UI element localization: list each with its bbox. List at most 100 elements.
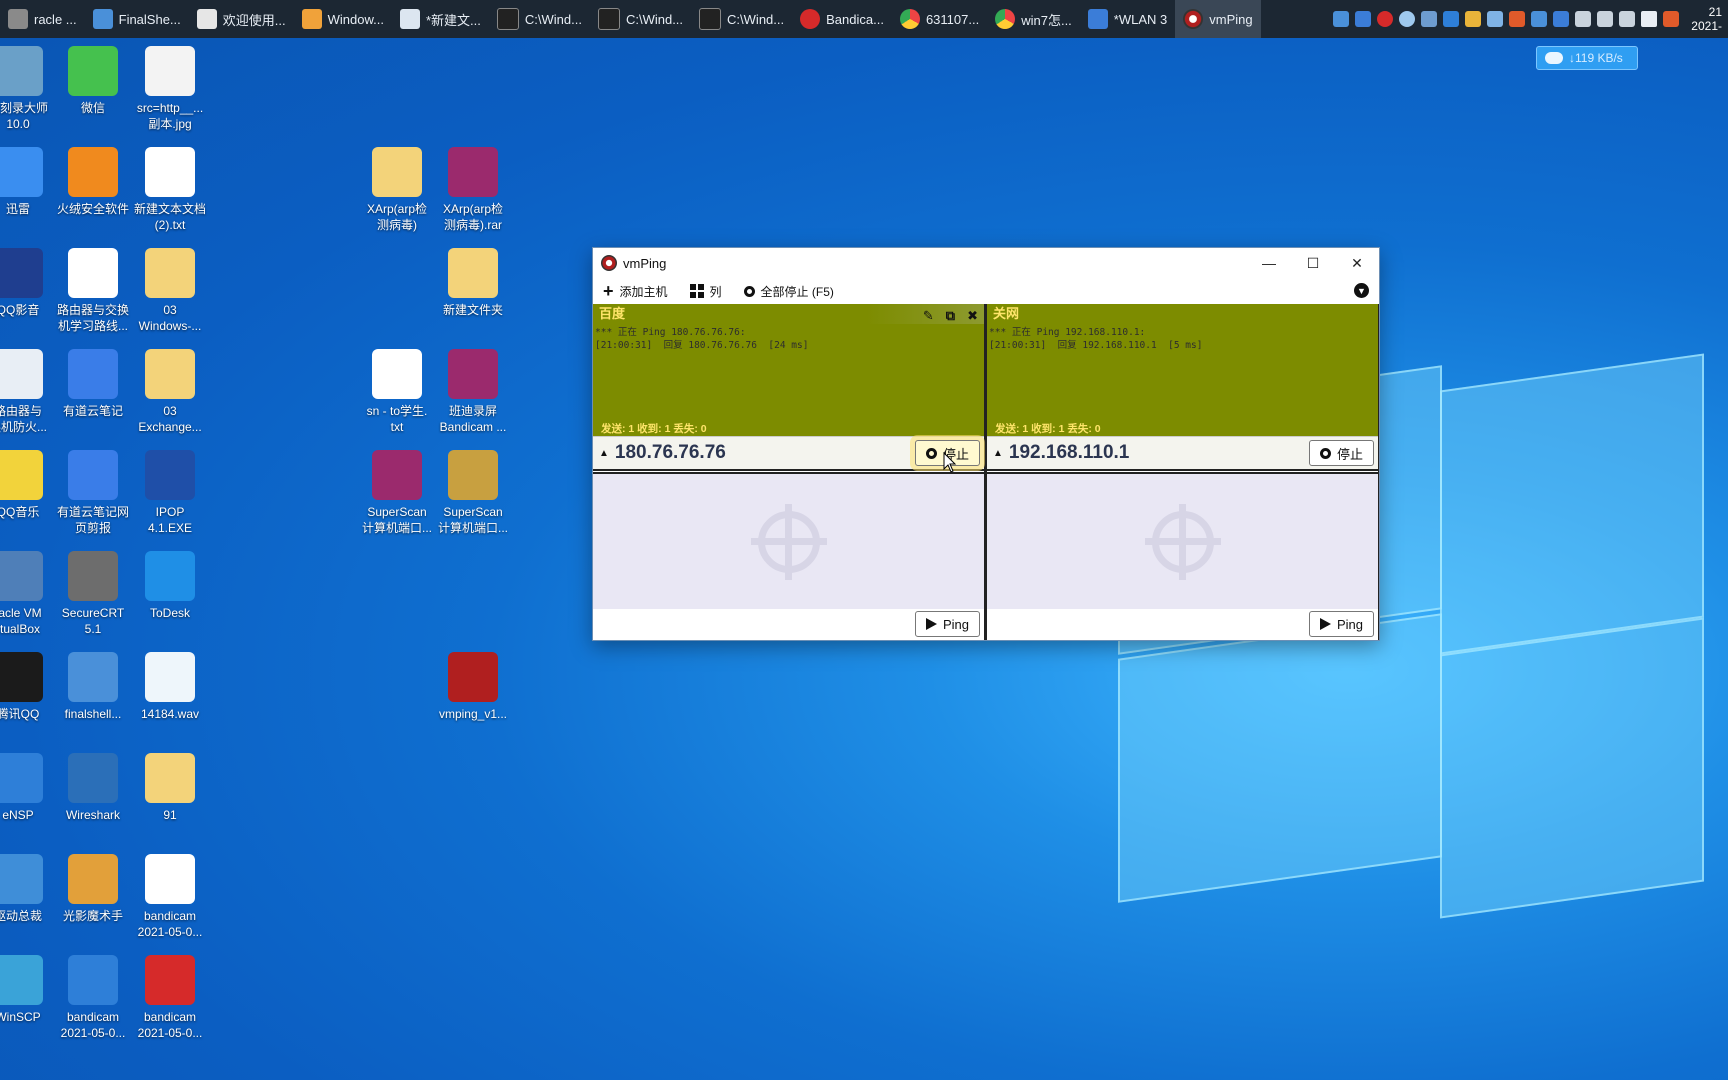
desktop-icon[interactable]: Wireshark bbox=[53, 753, 133, 823]
columns-button[interactable]: 列 bbox=[689, 283, 722, 300]
taskbar-app-finalshell[interactable]: FinalShe... bbox=[85, 0, 189, 38]
desktop-icon[interactable]: 03 Windows-... bbox=[130, 248, 210, 334]
tray-icon[interactable] bbox=[1509, 11, 1526, 27]
desktop-icon[interactable]: finalshell... bbox=[53, 652, 133, 722]
taskbar-app-vmping[interactable]: vmPing bbox=[1175, 0, 1261, 38]
stop-all-button[interactable]: 全部停止 (F5) bbox=[743, 283, 834, 300]
desktop-icon[interactable]: XArp(arp检 测病毒) bbox=[357, 147, 437, 233]
desktop-icon[interactable]: 新建文件夹 bbox=[433, 248, 513, 318]
window-title: vmPing bbox=[623, 255, 667, 271]
desktop-icon[interactable]: 91 bbox=[130, 753, 210, 823]
app-icon bbox=[448, 652, 498, 702]
vmping-icon bbox=[1183, 9, 1204, 29]
desktop-icon[interactable]: SuperScan 计算机端口... bbox=[433, 450, 513, 536]
desktop-icon-label: 腾讯QQ bbox=[0, 707, 40, 721]
clock[interactable]: 21 2021- bbox=[1691, 5, 1722, 33]
tray-icon[interactable] bbox=[1377, 11, 1394, 27]
desktop-icon[interactable]: bandicam 2021-05-0... bbox=[53, 955, 133, 1041]
tray-icon[interactable] bbox=[1487, 11, 1504, 27]
desktop-icon-label: 91 bbox=[163, 808, 177, 822]
desktop-icon[interactable]: WinSCP bbox=[0, 955, 58, 1025]
tray-icon[interactable] bbox=[1531, 11, 1548, 27]
desktop-icon[interactable]: 火绒安全软件 bbox=[53, 147, 133, 217]
caret-up-icon[interactable]: ▲ bbox=[993, 448, 1003, 459]
desktop-icon[interactable]: bandicam 2021-05-0... bbox=[130, 854, 210, 940]
desktop-icon[interactable]: sn - to学生. txt bbox=[357, 349, 437, 435]
tray-icon[interactable] bbox=[1553, 11, 1570, 27]
desktop-icon[interactable]: SuperScan 计算机端口... bbox=[357, 450, 437, 536]
taskbar-app-windows[interactable]: Window... bbox=[294, 0, 392, 38]
close-icon[interactable]: ✖ bbox=[967, 306, 978, 326]
ping-button[interactable]: Ping bbox=[914, 611, 980, 637]
desktop-icon[interactable]: src=http__... 副本.jpg bbox=[130, 46, 210, 132]
chevron-down-icon[interactable]: ▼ bbox=[1354, 283, 1369, 298]
taskbar-app-notepad[interactable]: *新建文... bbox=[392, 0, 489, 38]
tray-icon[interactable] bbox=[1355, 11, 1372, 27]
stop-icon bbox=[1319, 447, 1331, 459]
desktop-icon-label: 14184.wav bbox=[140, 707, 200, 721]
sogou-icon[interactable] bbox=[1663, 11, 1680, 27]
desktop-icon[interactable]: 路由器与交换 机学习路线... bbox=[53, 248, 133, 334]
tray-icon[interactable] bbox=[1465, 11, 1482, 27]
mic-icon[interactable] bbox=[1619, 11, 1636, 27]
close-button[interactable]: ✕ bbox=[1335, 248, 1379, 278]
desktop-icon[interactable]: eNSP bbox=[0, 753, 58, 823]
desktop-icon[interactable]: 驱动总裁 bbox=[0, 854, 58, 924]
desktop-icon[interactable]: QQ音乐 bbox=[0, 450, 58, 520]
hostname-field[interactable]: 192.168.110.1 bbox=[1009, 442, 1129, 464]
taskbar-app-wireshark[interactable]: *WLAN 3 bbox=[1080, 0, 1175, 38]
hostname-field[interactable]: 180.76.76.76 bbox=[615, 442, 726, 464]
desktop-icon[interactable]: vmping_v1... bbox=[433, 652, 513, 722]
taskbar-app-cmd-1[interactable]: C:\Wind... bbox=[489, 0, 590, 38]
wifi-icon[interactable] bbox=[1575, 11, 1592, 27]
app-icon bbox=[145, 46, 195, 96]
desktop-icon[interactable]: 狸刻录大师 10.0 bbox=[0, 46, 58, 132]
taskbar-app-chrome-2[interactable]: win7怎... bbox=[987, 0, 1080, 38]
terminal-icon bbox=[597, 8, 620, 30]
edit-icon[interactable]: ✎ bbox=[923, 306, 934, 326]
desktop-icon[interactable]: SecureCRT 5.1 bbox=[53, 551, 133, 637]
desktop-icon[interactable]: 有道云笔记网 页剪报 bbox=[53, 450, 133, 536]
title-bar[interactable]: vmPing — ☐ ✕ bbox=[593, 248, 1379, 278]
minimize-button[interactable]: — bbox=[1247, 248, 1291, 278]
desktop-icon[interactable]: 班迪录屏 Bandicam ... bbox=[433, 349, 513, 435]
desktop-icon[interactable]: 光影魔术手 bbox=[53, 854, 133, 924]
desktop-icon[interactable]: racle VM rtualBox bbox=[0, 551, 58, 637]
tray-icon[interactable] bbox=[1421, 11, 1438, 27]
taskbar-app-chrome-1[interactable]: 631107... bbox=[892, 0, 987, 38]
tray-icon[interactable] bbox=[1333, 11, 1350, 27]
tray-icon[interactable] bbox=[1443, 11, 1460, 27]
network-speed-widget[interactable]: ↓119 KB/s bbox=[1536, 46, 1638, 70]
taskbar-app-cmd-3[interactable]: C:\Wind... bbox=[691, 0, 792, 38]
ping-button[interactable]: Ping bbox=[1308, 611, 1374, 637]
caret-up-icon[interactable]: ▲ bbox=[599, 448, 609, 459]
taskbar-app-cmd-2[interactable]: C:\Wind... bbox=[590, 0, 691, 38]
taskbar-app-welcome[interactable]: 欢迎使用... bbox=[189, 0, 294, 38]
desktop-icon[interactable]: IPOP 4.1.EXE bbox=[130, 450, 210, 536]
maximize-button[interactable]: ☐ bbox=[1291, 248, 1335, 278]
desktop-icon[interactable]: bandicam 2021-05-0... bbox=[130, 955, 210, 1041]
desktop-icon[interactable]: 新建文本文档 (2).txt bbox=[130, 147, 210, 233]
desktop-icon[interactable]: 微信 bbox=[53, 46, 133, 116]
add-host-button[interactable]: + 添加主机 bbox=[603, 282, 668, 300]
desktop-icon[interactable]: 有道云笔记 bbox=[53, 349, 133, 419]
desktop-icon-label: 狸刻录大师 10.0 bbox=[0, 101, 48, 131]
toolbar: + 添加主机 列 全部停止 (F5) ▼ bbox=[593, 278, 1379, 304]
desktop-icon[interactable]: QQ影音 bbox=[0, 248, 58, 318]
app-icon bbox=[301, 9, 322, 29]
popout-icon[interactable]: ⧉ bbox=[946, 306, 955, 326]
desktop-icon-label: Wireshark bbox=[65, 808, 120, 822]
taskbar-app-virtualbox[interactable]: racle ... bbox=[0, 0, 85, 38]
taskbar-app-bandicam[interactable]: Bandica... bbox=[792, 0, 892, 38]
stop-button[interactable]: 停止 bbox=[1308, 440, 1374, 466]
ime-icon[interactable] bbox=[1641, 11, 1658, 27]
desktop-icon[interactable]: ToDesk bbox=[130, 551, 210, 621]
desktop-icon[interactable]: 腾讯QQ bbox=[0, 652, 58, 722]
desktop-icon[interactable]: XArp(arp检 测病毒).rar bbox=[433, 147, 513, 233]
desktop-icon[interactable]: 14184.wav bbox=[130, 652, 210, 722]
desktop-icon[interactable]: 迅雷 bbox=[0, 147, 58, 217]
volume-icon[interactable] bbox=[1597, 11, 1614, 27]
tray-icon[interactable] bbox=[1399, 11, 1416, 27]
desktop-icon[interactable]: 03 Exchange... bbox=[130, 349, 210, 435]
desktop-icon[interactable]: 路由器与 换机防火... bbox=[0, 349, 58, 435]
